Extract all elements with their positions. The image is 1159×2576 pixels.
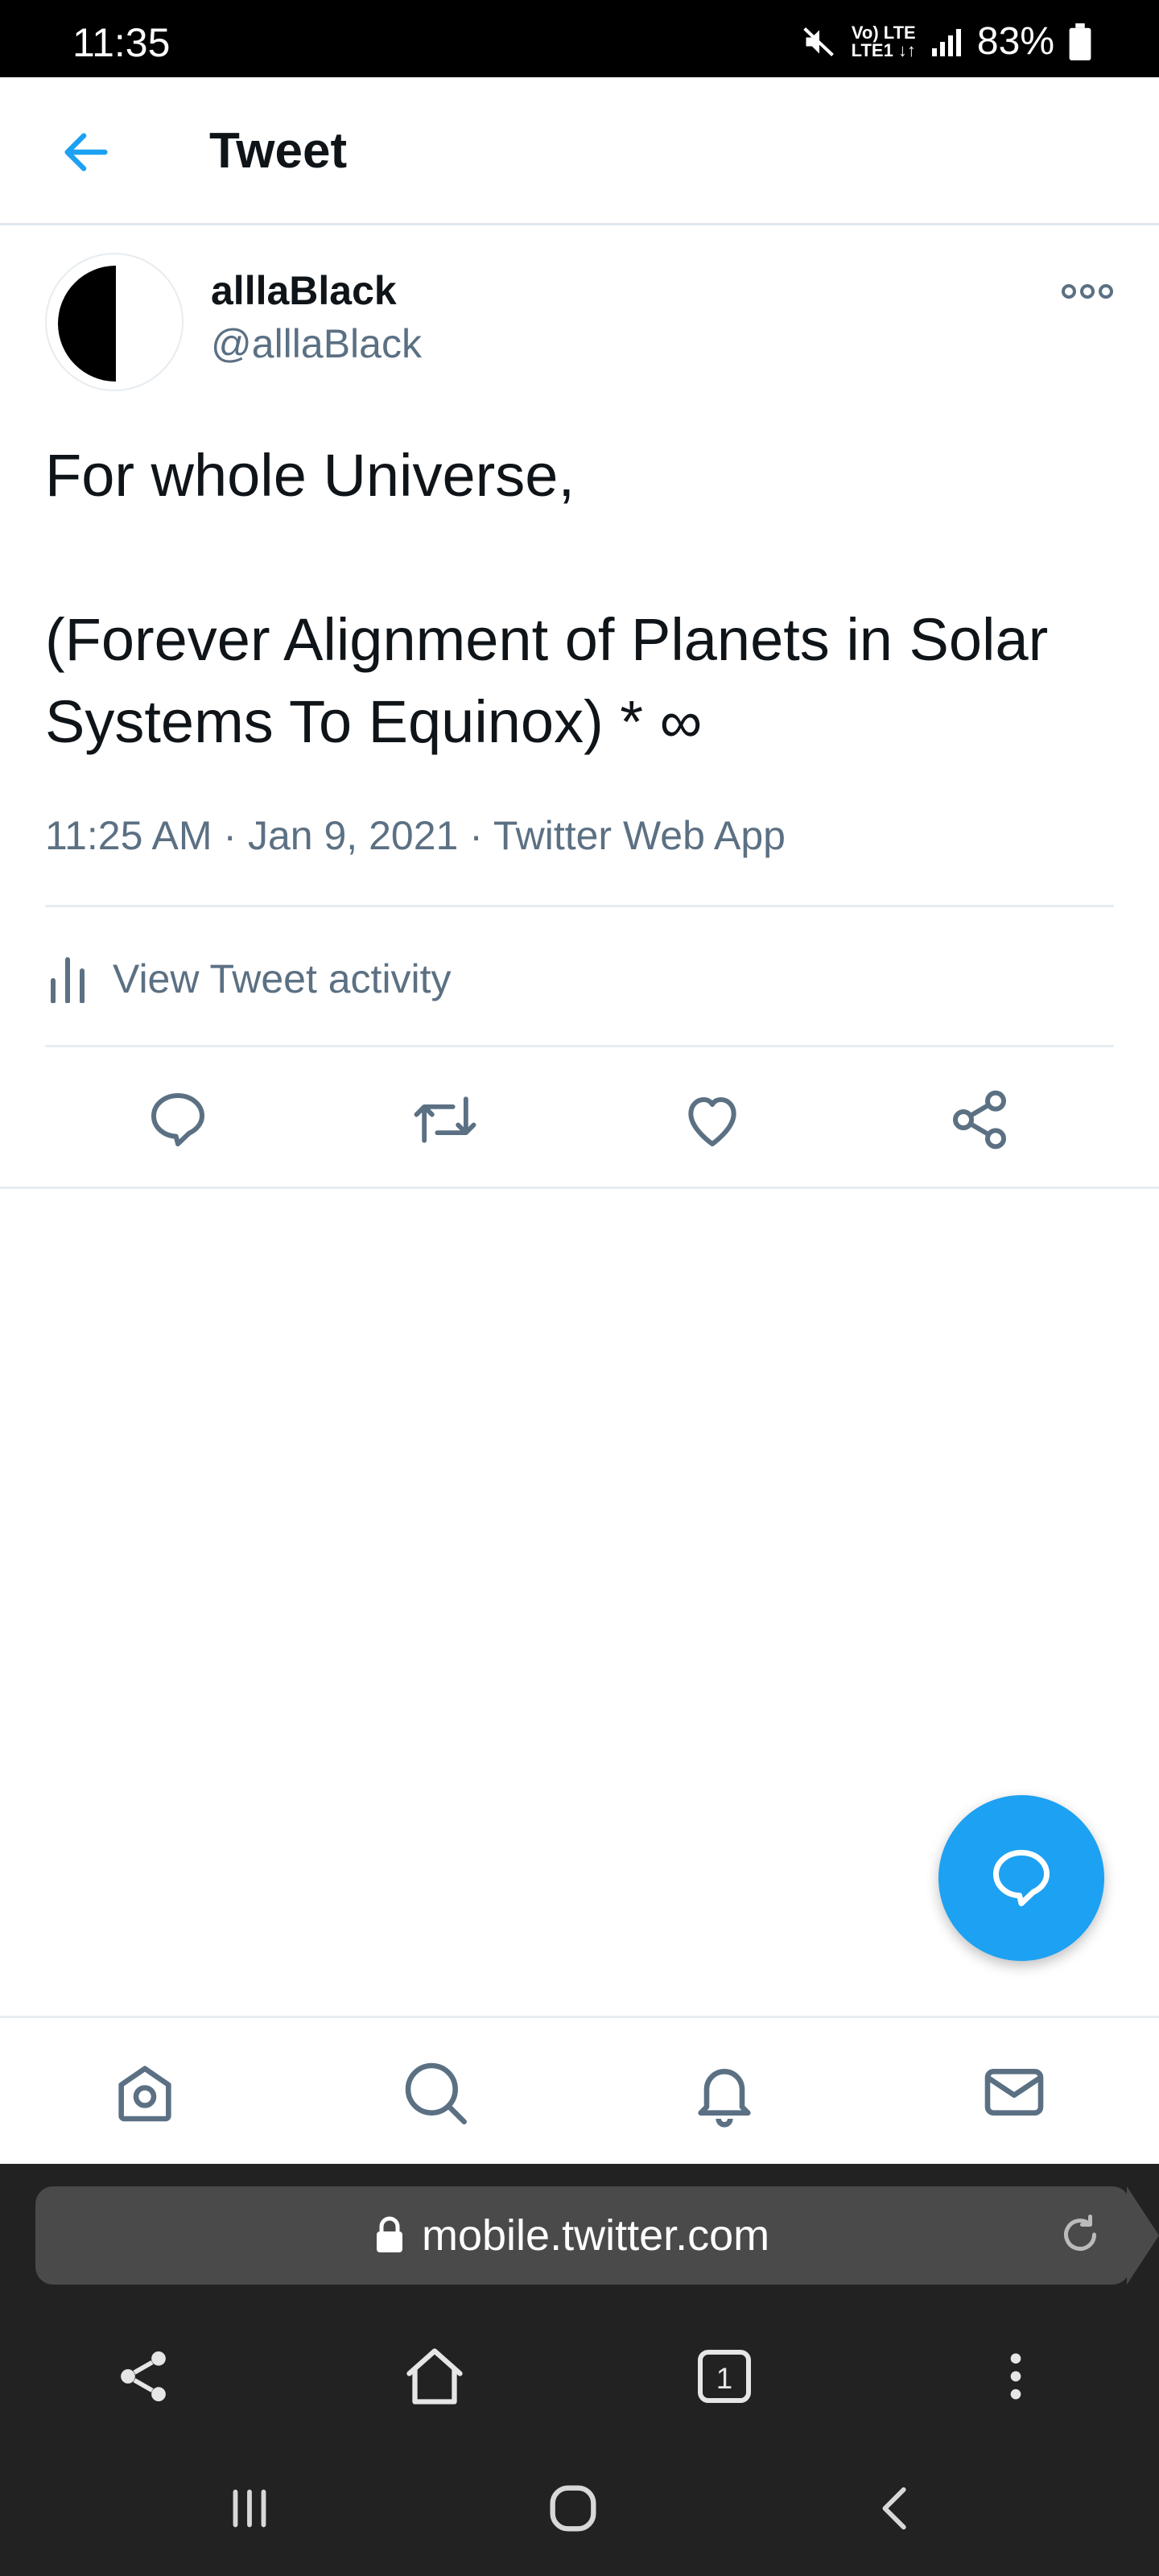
url-bar[interactable]: mobile.twitter.com: [35, 2186, 1159, 2285]
url-text: mobile.twitter.com: [422, 2211, 770, 2260]
network-indicator: Vo) LTE LTE1 ↓↑: [852, 24, 916, 60]
back-arrow-icon: [64, 133, 108, 171]
network-bottom-label: LTE1 ↓↑: [851, 40, 916, 60]
back-nav-button[interactable]: [856, 2476, 937, 2541]
battery-percent: 83%: [976, 20, 1054, 63]
retweet-button[interactable]: [409, 1084, 481, 1156]
reply-icon: [151, 1093, 204, 1146]
user-handle[interactable]: @alllaBlack: [211, 317, 422, 370]
back-nav-icon: [882, 2487, 906, 2530]
tweet-source[interactable]: Twitter Web App: [493, 813, 786, 858]
bottom-tab-bar: [0, 2016, 1159, 2164]
compose-reply-button[interactable]: [938, 1795, 1104, 1961]
share-button[interactable]: [943, 1084, 1016, 1156]
tab-notifications[interactable]: [686, 2054, 763, 2131]
more-icon: [1062, 284, 1113, 299]
like-button[interactable]: [676, 1084, 749, 1156]
browser-share-button[interactable]: [103, 2336, 184, 2417]
mute-icon: [802, 27, 834, 56]
tweet-actions: [0, 1051, 1159, 1188]
divider: [45, 1045, 1114, 1047]
home-icon: [406, 2348, 463, 2405]
tab-messages[interactable]: [975, 2054, 1053, 2131]
status-icons: Vo) LTE LTE1 ↓↑ 83%: [802, 19, 1091, 64]
browser-menu-button[interactable]: [975, 2336, 1056, 2417]
search-icon: [405, 2062, 467, 2124]
share-icon: [953, 1090, 1006, 1150]
notifications-icon: [698, 2069, 751, 2128]
avatar-image: [58, 266, 174, 382]
avatar-black-half: [58, 266, 116, 382]
lock-icon: [377, 2216, 402, 2252]
like-icon: [688, 1097, 736, 1146]
recent-apps-button[interactable]: [209, 2476, 290, 2541]
recent-apps-icon: [233, 2489, 266, 2528]
reload-icon[interactable]: [1056, 2211, 1104, 2259]
browser-toolbar: 1: [0, 2312, 1159, 2441]
app-header: Tweet: [0, 77, 1159, 225]
author-block[interactable]: alllaBlack @alllaBlack: [211, 264, 422, 370]
tab-home[interactable]: [106, 2054, 184, 2131]
home-icon: [118, 2066, 171, 2122]
network-top-label: Vo) LTE: [851, 23, 916, 43]
messages-icon: [984, 2069, 1044, 2116]
reply-button[interactable]: [142, 1084, 214, 1156]
share-icon: [121, 2351, 166, 2402]
signal-icon: [931, 29, 961, 56]
meta-separator: ·: [458, 813, 493, 858]
battery-icon: [1069, 23, 1091, 60]
browser-home-button[interactable]: [394, 2336, 475, 2417]
more-vertical-icon: [1010, 2353, 1021, 2400]
tab-search[interactable]: [396, 2054, 473, 2131]
compose-reply-icon: [993, 1850, 1050, 1906]
view-tweet-activity[interactable]: View Tweet activity: [45, 926, 452, 1032]
analytics-icon: [51, 957, 85, 1003]
back-button[interactable]: [58, 124, 114, 180]
url-bar-arrow: [1127, 2186, 1159, 2285]
page-title: Tweet: [209, 123, 348, 179]
retweet-icon: [414, 1096, 476, 1143]
browser-chrome: mobile.twitter.com 1: [0, 2164, 1159, 2576]
more-button[interactable]: [1061, 275, 1114, 308]
divider: [45, 905, 1114, 907]
display-name[interactable]: alllaBlack: [211, 264, 422, 317]
status-bar: 11:35 Vo) LTE LTE1 ↓↑ 83%: [0, 0, 1159, 77]
browser-tabs-button[interactable]: 1: [684, 2336, 765, 2417]
home-nav-button[interactable]: [533, 2476, 613, 2541]
tab-count: 1: [716, 2362, 732, 2395]
status-time: 11:35: [72, 20, 171, 65]
tweet-timestamp[interactable]: 11:25 AM · Jan 9, 2021: [45, 813, 458, 858]
divider: [0, 1187, 1159, 1189]
system-navigation: [0, 2441, 1159, 2576]
tweet-text: For whole Universe, (Forever Alignment o…: [45, 442, 1049, 755]
tabs-icon: 1: [698, 2350, 751, 2403]
home-nav-icon: [550, 2485, 596, 2532]
tweet-meta: 11:25 AM · Jan 9, 2021 · Twitter Web App: [45, 805, 786, 866]
activity-label: View Tweet activity: [113, 956, 452, 1001]
avatar[interactable]: [45, 253, 184, 391]
